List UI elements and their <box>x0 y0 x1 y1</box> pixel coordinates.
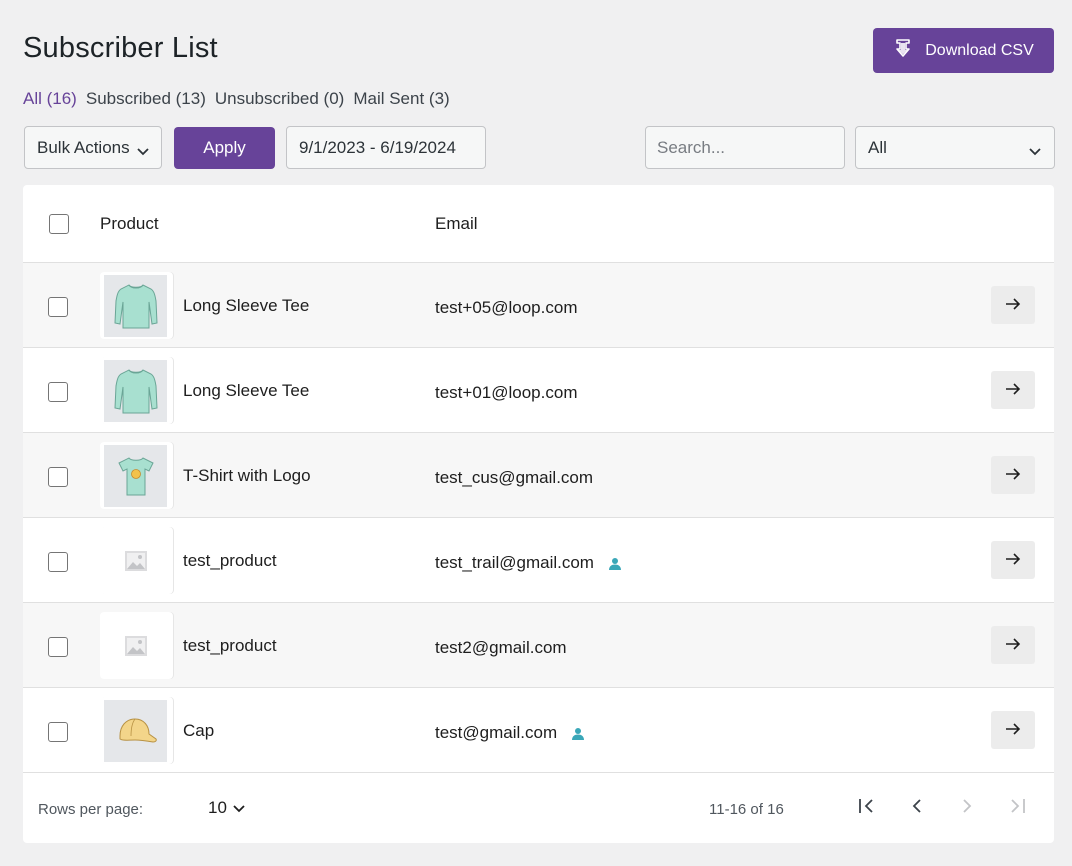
view-subscriber-button[interactable] <box>991 711 1035 749</box>
table-row: Long Sleeve Tee test+01@loop.com <box>23 348 1054 433</box>
row-checkbox[interactable] <box>48 467 68 487</box>
rows-per-page-label: Rows per page: <box>38 801 144 818</box>
row-checkbox[interactable] <box>48 382 68 402</box>
subscriber-email: test+01@loop.com <box>435 383 577 403</box>
arrow-right-icon <box>1005 637 1021 654</box>
status-filter-links: All (16) Subscribed (13) Unsubscribed (0… <box>23 89 459 109</box>
bulk-actions-label: Bulk Actions <box>37 137 130 157</box>
long-sleeve-tee-image <box>104 275 167 337</box>
view-subscriber-button[interactable] <box>991 541 1035 579</box>
search-input[interactable] <box>657 137 833 158</box>
select-all-checkbox[interactable] <box>49 214 69 234</box>
product-thumbnail <box>100 527 173 594</box>
row-checkbox[interactable] <box>48 552 68 572</box>
arrow-right-icon <box>1005 552 1021 569</box>
subscriber-email: test@gmail.com <box>435 723 585 743</box>
user-icon <box>608 556 622 570</box>
filter-all[interactable]: All (16) <box>23 89 77 109</box>
placeholder-image-icon <box>104 615 167 677</box>
table-row: T-Shirt with Logo test_cus@gmail.com <box>23 433 1054 518</box>
subscriber-email: test_cus@gmail.com <box>435 468 593 488</box>
subscriber-email: test_trail@gmail.com <box>435 553 622 573</box>
date-range-value: 9/1/2023 - 6/19/2024 <box>299 137 456 157</box>
product-name: test_product <box>183 636 277 655</box>
email-text: test_cus@gmail.com <box>435 468 594 487</box>
arrow-right-icon <box>1005 382 1021 399</box>
pagination-range: 11-16 of 16 <box>709 801 784 818</box>
view-subscriber-button[interactable] <box>991 456 1035 494</box>
product-name: Cap <box>183 721 215 740</box>
filter-unsubscribed[interactable]: Unsubscribed (0) <box>215 89 344 109</box>
rows-per-page-select[interactable]: 10 <box>208 798 245 818</box>
subscriber-email: test2@gmail.com <box>435 638 567 658</box>
email-text: test+01@loop.com <box>435 383 578 402</box>
download-csv-button[interactable]: Download CSV <box>873 28 1054 73</box>
table-footer: Rows per page: 10 11-16 of 16 <box>23 773 1054 843</box>
row-checkbox[interactable] <box>48 637 68 657</box>
previous-page-button[interactable] <box>901 792 933 824</box>
product-thumbnail <box>100 612 173 679</box>
arrow-right-icon <box>1005 722 1021 739</box>
chevron-left-icon <box>911 798 923 818</box>
product-name: Long Sleeve Tee <box>183 381 310 400</box>
row-checkbox[interactable] <box>48 722 68 742</box>
chevron-right-icon <box>961 798 973 818</box>
product-name: Long Sleeve Tee <box>183 296 310 315</box>
filter-mail-sent[interactable]: Mail Sent (3) <box>353 89 449 109</box>
column-header-product: Product <box>100 214 159 233</box>
filter-subscribed[interactable]: Subscribed (13) <box>86 89 206 109</box>
download-icon <box>893 38 913 63</box>
view-subscriber-button[interactable] <box>991 626 1035 664</box>
arrow-right-icon <box>1005 467 1021 484</box>
first-page-icon <box>858 798 876 818</box>
product-name: test_product <box>183 551 277 570</box>
subscriber-table: Product Email Long Sleeve Tee test+05@lo… <box>23 185 1054 843</box>
column-header-email: Email <box>435 214 478 233</box>
table-row: test_product test_trail@gmail.com <box>23 518 1054 603</box>
rows-per-page-value: 10 <box>208 798 227 817</box>
download-csv-label: Download CSV <box>925 41 1034 59</box>
product-thumbnail <box>100 272 173 339</box>
email-text: test+05@loop.com <box>435 298 578 317</box>
search-field[interactable] <box>645 126 845 169</box>
first-page-button[interactable] <box>851 792 883 824</box>
email-text: test@gmail.com <box>435 723 558 742</box>
product-name: T-Shirt with Logo <box>183 466 311 485</box>
row-checkbox[interactable] <box>48 297 68 317</box>
cap-image <box>104 700 167 762</box>
status-select[interactable]: All <box>855 126 1055 169</box>
product-thumbnail <box>100 697 173 764</box>
tshirt-logo-image <box>104 445 167 507</box>
user-icon <box>571 726 585 740</box>
chevron-down-icon <box>136 142 150 162</box>
email-text: test_trail@gmail.com <box>435 553 594 572</box>
chevron-down-icon <box>233 798 245 818</box>
subscriber-email: test+05@loop.com <box>435 298 577 318</box>
table-row: Cap test@gmail.com <box>23 688 1054 773</box>
bulk-actions-select[interactable]: Bulk Actions <box>24 126 162 169</box>
table-row: Long Sleeve Tee test+05@loop.com <box>23 263 1054 348</box>
product-thumbnail <box>100 357 173 424</box>
page-title: Subscriber List <box>23 32 218 64</box>
chevron-down-icon <box>1028 142 1042 162</box>
last-page-icon <box>1008 798 1026 818</box>
view-subscriber-button[interactable] <box>991 286 1035 324</box>
arrow-right-icon <box>1005 297 1021 314</box>
table-header: Product Email <box>23 185 1054 263</box>
status-select-value: All <box>868 137 887 157</box>
last-page-button[interactable] <box>1001 792 1033 824</box>
view-subscriber-button[interactable] <box>991 371 1035 409</box>
date-range-input[interactable]: 9/1/2023 - 6/19/2024 <box>286 126 486 169</box>
placeholder-image-icon <box>104 530 167 592</box>
next-page-button[interactable] <box>951 792 983 824</box>
product-thumbnail <box>100 442 173 509</box>
table-row: test_product test2@gmail.com <box>23 603 1054 688</box>
long-sleeve-tee-image <box>104 360 167 422</box>
apply-button[interactable]: Apply <box>174 127 275 169</box>
email-text: test2@gmail.com <box>435 638 567 657</box>
